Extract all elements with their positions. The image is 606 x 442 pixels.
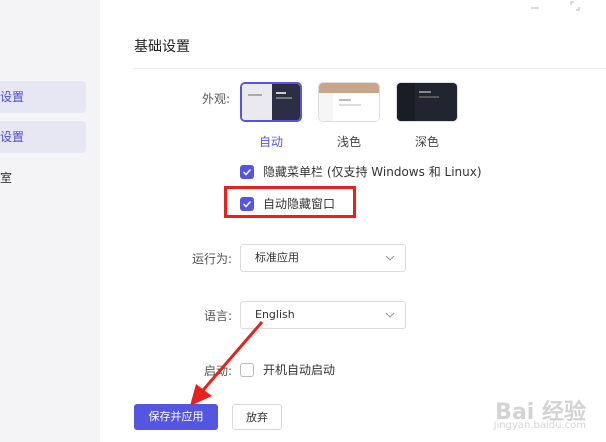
auto-start-label: 开机自动启动: [263, 363, 336, 377]
watermark-url: jingyan.baidu.com: [493, 420, 586, 431]
section-divider: [134, 68, 606, 69]
auto-hide-window-label: 自动隐藏窗口: [263, 197, 336, 211]
theme-dark-caption: 深色: [414, 135, 439, 149]
chevron-down-icon: [385, 255, 395, 261]
auto-hide-window-option[interactable]: 自动隐藏窗口: [240, 195, 335, 212]
settings-panel: 基础设置 外观: 自动 浅色 深色 隐藏菜单栏 (仅支持 Windows 和 L…: [100, 0, 606, 442]
theme-auto-thumbnail[interactable]: [240, 82, 302, 122]
auto-start-checkbox[interactable]: [240, 362, 254, 377]
run-as-label: 运行为:: [191, 252, 232, 266]
sidebar-item-room[interactable]: 室: [0, 162, 86, 194]
sidebar-item-label: 室: [0, 171, 13, 185]
discard-button[interactable]: 放弃: [232, 404, 282, 430]
appearance-label: 外观:: [201, 92, 230, 106]
save-and-apply-button[interactable]: 保存并应用: [134, 404, 218, 430]
run-as-value: 标准应用: [255, 251, 299, 264]
auto-hide-window-checkbox[interactable]: [240, 196, 254, 211]
chevron-down-icon: [385, 312, 395, 318]
language-label: 语言:: [203, 309, 232, 323]
theme-auto-caption: 自动: [258, 135, 283, 149]
startup-label: 启动:: [203, 364, 232, 378]
checkmark-icon: [242, 200, 252, 208]
section-title: 基础设置: [134, 39, 190, 55]
language-value: English: [255, 308, 295, 321]
hide-menu-bar-label: 隐藏菜单栏 (仅支持 Windows 和 Linux): [263, 165, 482, 179]
sidebar-item-label: 设置: [0, 90, 25, 104]
watermark-logo: Bai 经验 jingyan.baidu.com: [494, 394, 586, 431]
checkmark-icon: [242, 168, 252, 176]
sidebar: 设置 设置 室: [0, 0, 100, 442]
theme-light-thumbnail[interactable]: [318, 82, 380, 122]
hide-menu-bar-checkbox[interactable]: [240, 164, 254, 179]
auto-start-option[interactable]: 开机自动启动: [240, 361, 335, 378]
sidebar-item-label: 设置: [0, 130, 25, 144]
run-as-select[interactable]: 标准应用: [240, 244, 406, 272]
hide-menu-bar-option[interactable]: 隐藏菜单栏 (仅支持 Windows 和 Linux): [240, 163, 482, 180]
sidebar-item-settings-2[interactable]: 设置: [0, 121, 86, 153]
theme-light-caption: 浅色: [336, 135, 361, 149]
sidebar-item-settings-1[interactable]: 设置: [0, 81, 86, 113]
language-select[interactable]: English: [240, 301, 406, 329]
theme-dark-thumbnail[interactable]: [396, 82, 458, 122]
